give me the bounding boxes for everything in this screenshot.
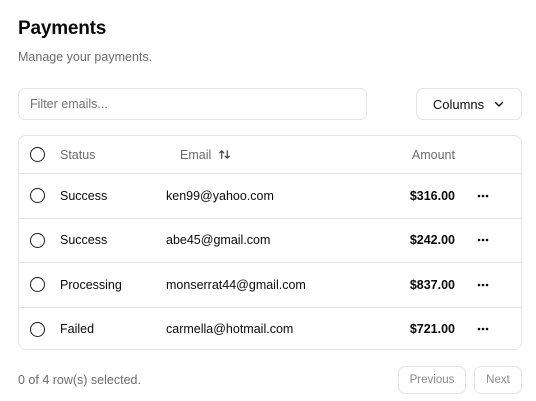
table-row: Success ken99@yahoo.com $316.00 [19,173,521,218]
row-email: carmella@hotmail.com [166,322,294,337]
more-horizontal-icon[interactable] [475,277,491,293]
row-status: Success [60,188,108,203]
table-header-row: Status Email Amount [19,136,521,173]
row-email: monserrat44@gmail.com [166,277,306,292]
chevron-down-icon [494,101,504,107]
row-amount: $721.00 [409,322,455,337]
row-checkbox[interactable] [30,277,45,293]
row-checkbox[interactable] [30,321,45,337]
row-amount: $837.00 [409,277,455,292]
more-horizontal-icon[interactable] [475,232,491,248]
sort-arrows-icon [218,148,231,161]
payments-table: Status Email Amount Success ken99@yahoo.… [18,135,522,350]
columns-button-label: Columns [432,96,485,112]
row-checkbox[interactable] [30,188,45,204]
row-status: Success [60,233,108,248]
table-row: Success abe45@gmail.com $242.00 [19,217,521,263]
next-page-button[interactable]: Next [474,366,522,394]
email-sort-button[interactable]: Email [180,148,231,162]
row-email: ken99@yahoo.com [166,188,274,203]
previous-page-button[interactable]: Previous [398,366,466,394]
row-checkbox[interactable] [30,232,45,248]
row-email: abe45@gmail.com [166,233,271,248]
page-title: Payments [18,18,107,39]
selection-count-text: 0 of 4 row(s) selected. [18,373,141,387]
page-subtitle: Manage your payments. [18,50,153,64]
status-column-header: Status [60,147,96,162]
amount-column-header: Amount [411,147,455,162]
more-horizontal-icon[interactable] [475,321,491,337]
row-amount: $242.00 [409,233,455,248]
row-status: Failed [60,322,95,337]
row-amount: $316.00 [409,188,455,203]
more-horizontal-icon[interactable] [475,188,491,204]
row-status: Processing [60,277,122,292]
columns-dropdown-button[interactable]: Columns [416,88,522,120]
filter-emails-input[interactable] [18,88,367,120]
email-column-header: Email [180,147,212,162]
select-all-checkbox[interactable] [30,147,45,162]
table-row: Processing monserrat44@gmail.com $837.00 [19,262,521,307]
table-row: Failed carmella@hotmail.com $721.00 [19,306,521,350]
